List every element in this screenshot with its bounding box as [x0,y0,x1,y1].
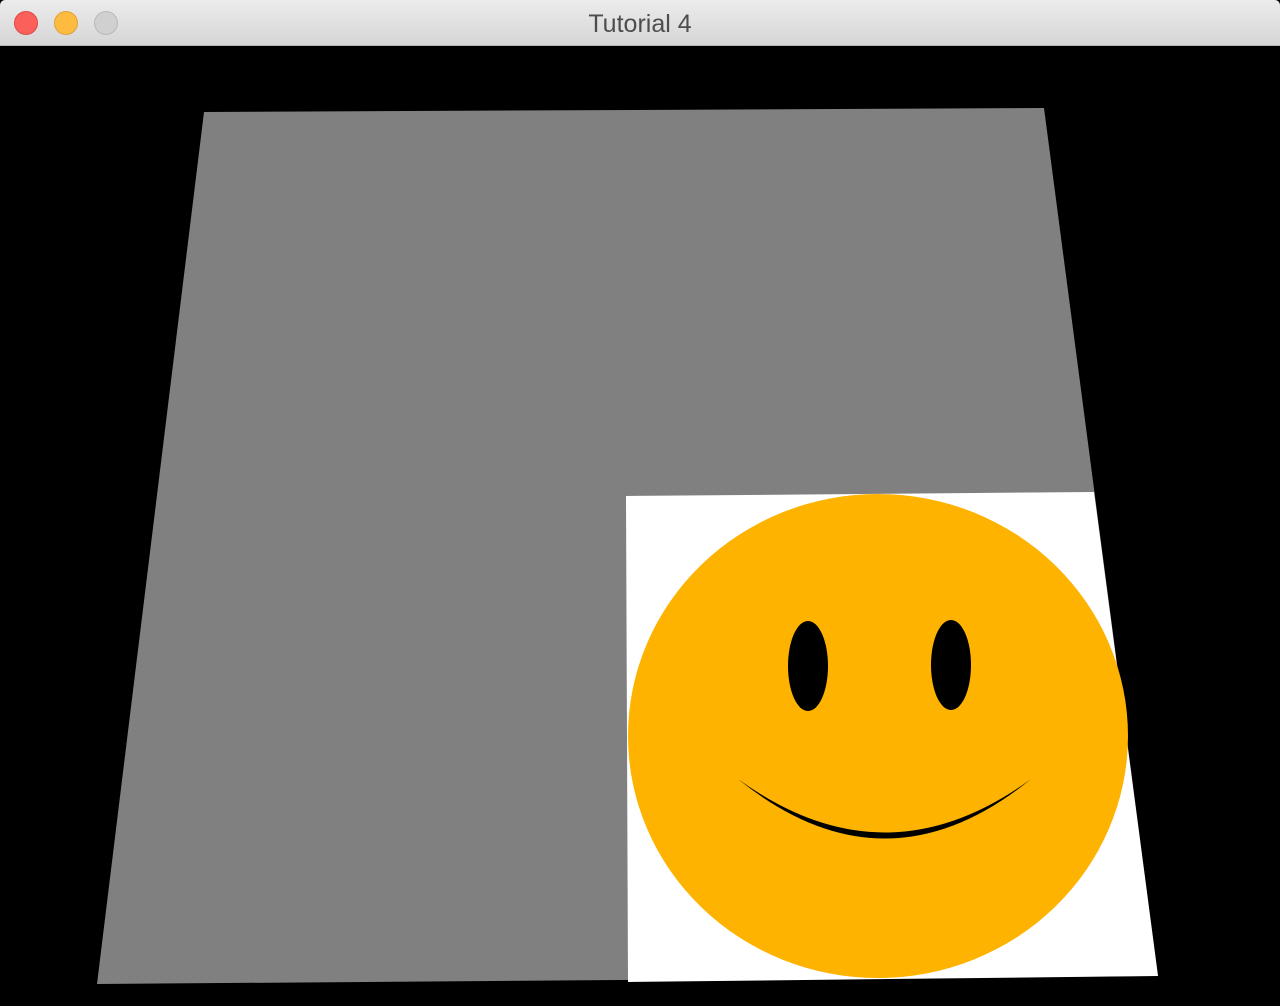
smiley-face [628,494,1128,978]
scene-canvas [0,46,1280,1006]
window-title: Tutorial 4 [588,10,692,38]
left-eye [788,621,828,711]
right-eye [931,620,971,710]
smiley-face-icon [628,494,1128,978]
render-viewport[interactable] [0,46,1280,1006]
app-window: Tutorial 4 [0,0,1280,1006]
title-bar[interactable]: Tutorial 4 [0,0,1280,46]
